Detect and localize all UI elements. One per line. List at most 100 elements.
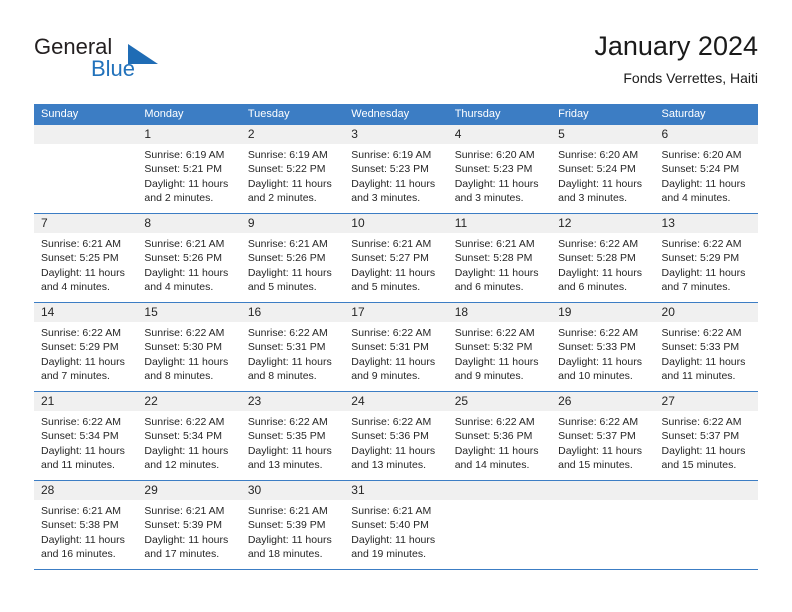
day-cell-7[interactable]: 7 Sunrise: 6:21 AM Sunset: 5:25 PM Daylight… [34,214,138,302]
day-details [448,500,551,504]
calendar-week-row: 21 Sunrise: 6:22 AM Sunset: 5:34 PM Dayligh… [34,392,758,481]
calendar-week-row: 14 Sunrise: 6:22 AM Sunset: 5:29 PM Dayligh… [34,303,758,392]
day-detail-line: Sunrise: 6:20 AM [661,149,742,161]
day-detail-line: Sunrise: 6:21 AM [144,505,225,517]
day-details: Sunrise: 6:22 AM Sunset: 5:34 PM Daylight:… [34,411,137,472]
day-detail-line: Sunrise: 6:20 AM [454,149,535,161]
day-detail-line: Daylight: 11 hours [247,266,332,279]
day-detail-line: Daylight: 11 hours [351,444,436,457]
day-cell-26[interactable]: 26 Sunrise: 6:22 AM Sunset: 5:37 PM Dayligh… [551,392,655,480]
day-detail-line: Sunset: 5:23 PM [351,163,429,176]
day-cell-18[interactable]: 18 Sunrise: 6:22 AM Sunset: 5:32 PM Dayligh… [447,303,552,391]
day-cell-28[interactable]: 28 Sunrise: 6:21 AM Sunset: 5:38 PM Dayligh… [34,481,138,569]
day-details: Sunrise: 6:21 AM Sunset: 5:40 PM Daylight:… [344,500,447,561]
day-number [34,125,138,144]
day-number: 18 [447,303,552,322]
day-number: 8 [137,214,241,233]
day-detail-line: and 12 minutes. [144,458,220,471]
day-detail-line: Sunrise: 6:22 AM [558,238,639,250]
day-details: Sunrise: 6:21 AM Sunset: 5:26 PM Daylight:… [241,233,344,294]
day-cell-13[interactable]: 13 Sunrise: 6:22 AM Sunset: 5:29 PM Dayligh… [654,214,758,302]
day-cell-15[interactable]: 15 Sunrise: 6:22 AM Sunset: 5:30 PM Dayligh… [137,303,241,391]
day-number: 24 [344,392,448,411]
day-cell-16[interactable]: 16 Sunrise: 6:22 AM Sunset: 5:31 PM Dayligh… [240,303,345,391]
day-cell-31[interactable]: 31 Sunrise: 6:21 AM Sunset: 5:40 PM Dayligh… [344,481,448,569]
day-detail-line: and 4 minutes. [41,280,110,293]
day-detail-line: Sunset: 5:34 PM [144,430,223,443]
day-cell-empty [551,481,655,569]
day-number: 20 [654,303,758,322]
day-cell-4[interactable]: 4 Sunrise: 6:20 AM Sunset: 5:23 PM Daylight… [447,125,552,213]
day-cell-14[interactable]: 14 Sunrise: 6:22 AM Sunset: 5:29 PM Dayligh… [34,303,138,391]
weekday-header-row: Sunday Monday Tuesday Wednesday Thursday Frid… [34,104,758,125]
day-detail-line: and 8 minutes. [144,369,214,382]
day-details: Sunrise: 6:20 AM Sunset: 5:24 PM Daylight:… [655,144,758,205]
calendar-page: General Blue January 2024 Fonds Verrette… [0,0,792,612]
calendar-weeks: 1 Sunrise: 6:19 AM Sunset: 5:21 PM Daylight… [34,125,758,570]
day-cell-29[interactable]: 29 Sunrise: 6:21 AM Sunset: 5:39 PM Dayligh… [137,481,241,569]
general-blue-logo[interactable]: General Blue [34,34,234,94]
day-detail-line: Daylight: 11 hours [247,177,332,190]
day-detail-line: Sunset: 5:33 PM [661,341,740,354]
day-detail-line: and 2 minutes. [144,191,214,204]
day-details: Sunrise: 6:21 AM Sunset: 5:25 PM Daylight:… [34,233,137,294]
day-detail-line: Daylight: 11 hours [351,177,436,190]
day-number: 9 [240,214,345,233]
day-detail-line: Daylight: 11 hours [558,355,642,368]
day-detail-line: Sunrise: 6:21 AM [247,505,328,517]
day-details: Sunrise: 6:22 AM Sunset: 5:29 PM Daylight:… [34,322,137,383]
day-detail-line: Sunset: 5:32 PM [454,341,533,354]
day-cell-17[interactable]: 17 Sunrise: 6:22 AM Sunset: 5:31 PM Dayligh… [344,303,448,391]
day-detail-line: Daylight: 11 hours [144,444,229,457]
day-number: 31 [344,481,448,500]
calendar-week-row: 28 Sunrise: 6:21 AM Sunset: 5:38 PM Dayligh… [34,481,758,570]
day-cell-30[interactable]: 30 Sunrise: 6:21 AM Sunset: 5:39 PM Dayligh… [240,481,345,569]
day-cell-11[interactable]: 11 Sunrise: 6:21 AM Sunset: 5:28 PM Dayligh… [447,214,552,302]
day-detail-line: Daylight: 11 hours [661,177,746,190]
day-number: 6 [654,125,758,144]
day-cell-20[interactable]: 20 Sunrise: 6:22 AM Sunset: 5:33 PM Dayligh… [654,303,758,391]
day-cell-12[interactable]: 12 Sunrise: 6:22 AM Sunset: 5:28 PM Dayligh… [551,214,655,302]
day-cell-6[interactable]: 6 Sunrise: 6:20 AM Sunset: 5:24 PM Daylight… [654,125,758,213]
day-detail-line: Sunrise: 6:22 AM [247,416,328,428]
day-detail-line: Sunrise: 6:21 AM [351,238,432,250]
day-cell-27[interactable]: 27 Sunrise: 6:22 AM Sunset: 5:37 PM Dayligh… [654,392,758,480]
day-cell-5[interactable]: 5 Sunrise: 6:20 AM Sunset: 5:24 PM Daylight… [551,125,655,213]
day-detail-line: Daylight: 11 hours [454,355,539,368]
day-cell-1[interactable]: 1 Sunrise: 6:19 AM Sunset: 5:21 PM Daylight… [137,125,241,213]
day-details: Sunrise: 6:21 AM Sunset: 5:28 PM Daylight:… [448,233,551,294]
day-details: Sunrise: 6:19 AM Sunset: 5:21 PM Daylight:… [137,144,240,205]
day-cell-3[interactable]: 3 Sunrise: 6:19 AM Sunset: 5:23 PM Daylight… [344,125,448,213]
day-detail-line: Sunrise: 6:19 AM [351,149,432,161]
day-cell-24[interactable]: 24 Sunrise: 6:22 AM Sunset: 5:36 PM Dayligh… [344,392,448,480]
day-detail-line: Sunset: 5:27 PM [351,252,429,265]
day-cell-25[interactable]: 25 Sunrise: 6:22 AM Sunset: 5:36 PM Dayligh… [447,392,552,480]
day-detail-line: Sunset: 5:26 PM [247,252,326,265]
day-detail-line: and 7 minutes. [661,280,731,293]
day-cell-21[interactable]: 21 Sunrise: 6:22 AM Sunset: 5:34 PM Dayligh… [34,392,138,480]
day-detail-line: Sunset: 5:22 PM [247,163,326,176]
day-cell-9[interactable]: 9 Sunrise: 6:21 AM Sunset: 5:26 PM Daylight… [240,214,345,302]
day-detail-line: and 3 minutes. [351,191,421,204]
day-detail-line: and 11 minutes. [41,458,115,471]
day-detail-line: Sunrise: 6:19 AM [247,149,328,161]
day-detail-line: and 14 minutes. [454,458,530,471]
day-cell-2[interactable]: 2 Sunrise: 6:19 AM Sunset: 5:22 PM Daylight… [240,125,345,213]
day-number: 4 [447,125,552,144]
day-cell-8[interactable]: 8 Sunrise: 6:21 AM Sunset: 5:26 PM Daylight… [137,214,241,302]
day-detail-line: Daylight: 11 hours [351,266,436,279]
day-cell-19[interactable]: 19 Sunrise: 6:22 AM Sunset: 5:33 PM Dayligh… [551,303,655,391]
day-number: 10 [344,214,448,233]
page-subtitle: Fonds Verrettes, Haiti [623,70,758,86]
day-number: 15 [137,303,241,322]
calendar-week-row: 1 Sunrise: 6:19 AM Sunset: 5:21 PM Daylight… [34,125,758,214]
day-number: 13 [654,214,758,233]
day-details: Sunrise: 6:22 AM Sunset: 5:36 PM Daylight:… [448,411,551,472]
day-detail-line: Daylight: 11 hours [558,266,642,279]
day-cell-22[interactable]: 22 Sunrise: 6:22 AM Sunset: 5:34 PM Dayligh… [137,392,241,480]
day-cell-23[interactable]: 23 Sunrise: 6:22 AM Sunset: 5:35 PM Dayligh… [240,392,345,480]
day-detail-line: Sunrise: 6:21 AM [247,238,328,250]
day-detail-line: and 10 minutes. [558,369,633,382]
day-detail-line: Daylight: 11 hours [41,266,125,279]
day-cell-10[interactable]: 10 Sunrise: 6:21 AM Sunset: 5:27 PM Dayligh… [344,214,448,302]
